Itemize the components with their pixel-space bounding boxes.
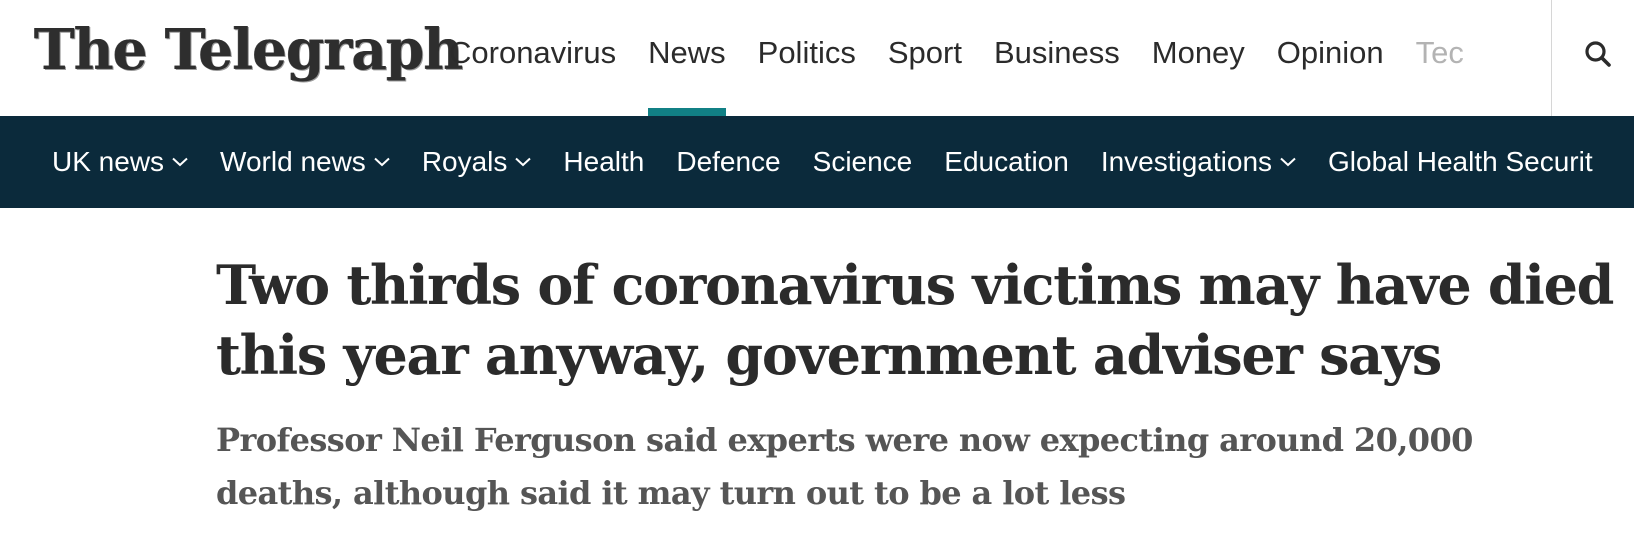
secondary-nav-item-investigations[interactable]: Investigations [1101,146,1296,178]
primary-nav-item-coronavirus[interactable]: Coronavirus [449,0,616,116]
telegraph-logo[interactable]: The Telegraph [34,10,463,90]
primary-nav-item-politics[interactable]: Politics [758,0,856,116]
secondary-nav-item-education[interactable]: Education [944,146,1069,178]
article-headline: Two thirds of coronavirus victims may ha… [216,253,1614,387]
secondary-nav-item-global-health-security[interactable]: Global Health Securit [1328,146,1593,178]
primary-nav-item-tech[interactable]: Tec [1416,0,1464,116]
primary-nav-item-money[interactable]: Money [1152,0,1245,116]
secondary-nav-item-world-news[interactable]: World news [220,146,390,178]
chevron-down-icon [1280,157,1296,167]
header-divider [1551,0,1552,116]
top-header: The Telegraph Coronavirus News Politics … [0,0,1634,116]
primary-nav-item-news[interactable]: News [648,0,726,116]
chevron-down-icon [374,157,390,167]
article-subheadline: Professor Neil Ferguson said experts wer… [216,421,1473,512]
chevron-down-icon [515,157,532,167]
chevron-down-icon [172,157,188,167]
article: Two thirds of coronavirus victims may ha… [216,250,1626,520]
search-button[interactable] [1574,30,1622,78]
secondary-nav-item-health[interactable]: Health [563,146,644,178]
secondary-nav-item-uk-news[interactable]: UK news [52,146,188,178]
primary-nav-item-business[interactable]: Business [994,0,1120,116]
secondary-nav: UK news World news Royals Health Defence… [0,116,1634,208]
secondary-nav-item-defence[interactable]: Defence [676,146,780,178]
secondary-nav-item-royals[interactable]: Royals [422,146,532,178]
secondary-nav-item-science[interactable]: Science [813,146,913,178]
primary-nav-item-opinion[interactable]: Opinion [1277,0,1384,116]
search-icon [1585,41,1611,67]
primary-nav-item-sport[interactable]: Sport [888,0,962,116]
primary-nav: Coronavirus News Politics Sport Business… [449,0,1527,116]
